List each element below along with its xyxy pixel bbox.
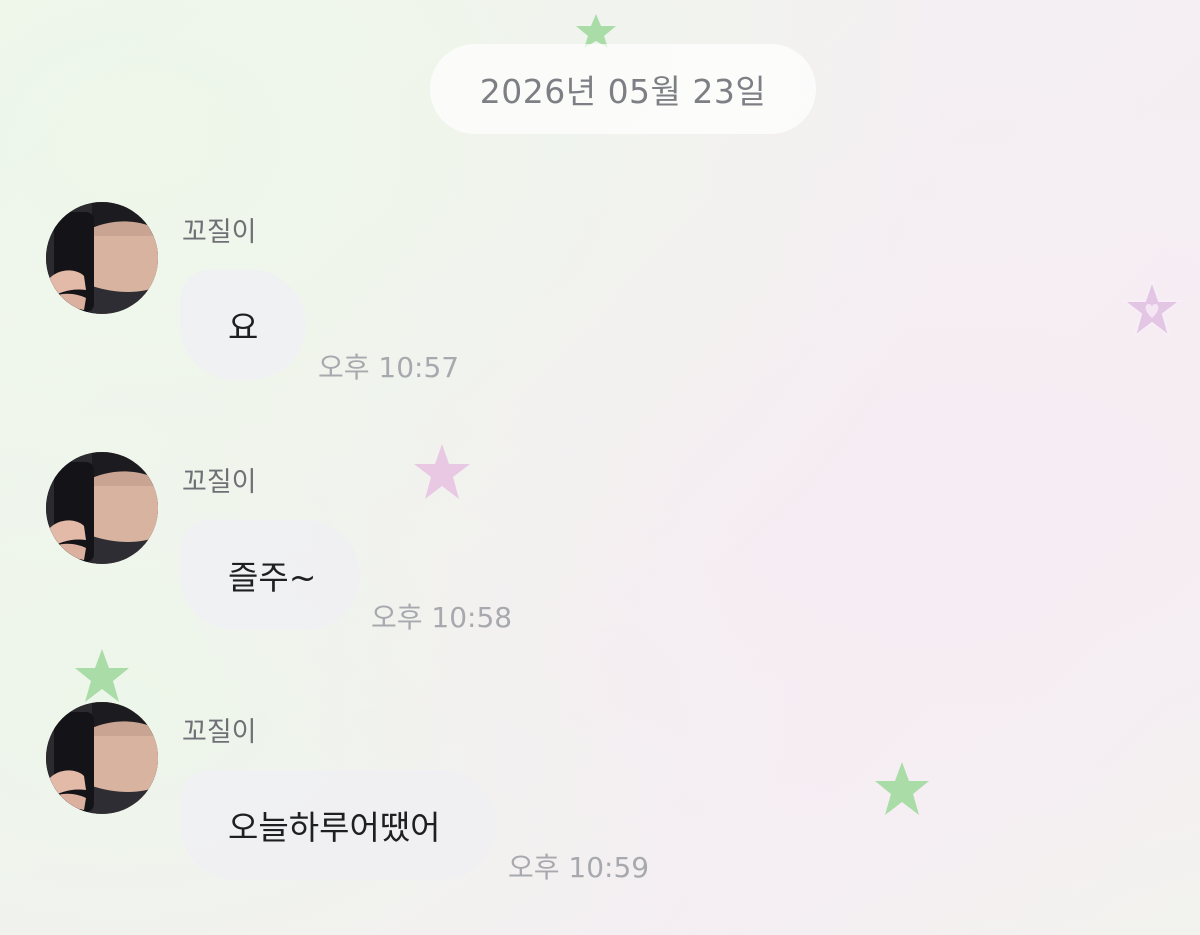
date-divider-label: 2026년 05월 23일 [479,72,767,111]
message-bubble[interactable]: 오늘하루어땠어 [180,770,496,880]
message-time: 오후 10:58 [371,601,513,634]
message-text: 요 [228,308,259,347]
date-divider: 2026년 05월 23일 [430,44,816,134]
avatar[interactable] [46,452,158,564]
profile-photo-icon [46,202,158,314]
sender-name: 꼬질이 [182,467,257,498]
message-bubble[interactable]: 즐주~ [180,520,360,630]
avatar[interactable] [46,702,158,814]
message-text: 오늘하루어땠어 [228,808,441,847]
message-text: 즐주~ [228,558,317,597]
star-decoration-icon [75,649,129,702]
message-time: 오후 10:57 [318,351,460,384]
sender-name: 꼬질이 [182,217,257,248]
avatar[interactable] [46,202,158,314]
profile-photo-icon [46,702,158,814]
chat-message: 꼬질이 즐주~ 오후 10:58 [0,452,1200,652]
message-bubble[interactable]: 요 [180,270,306,380]
sender-name: 꼬질이 [182,717,257,748]
profile-photo-icon [46,452,158,564]
chat-message: 꼬질이 요 오후 10:57 [0,202,1200,402]
chat-message: 꼬질이 오늘하루어땠어 오후 10:59 [0,702,1200,902]
star-decoration-icon [576,14,616,48]
message-time: 오후 10:59 [508,851,650,884]
